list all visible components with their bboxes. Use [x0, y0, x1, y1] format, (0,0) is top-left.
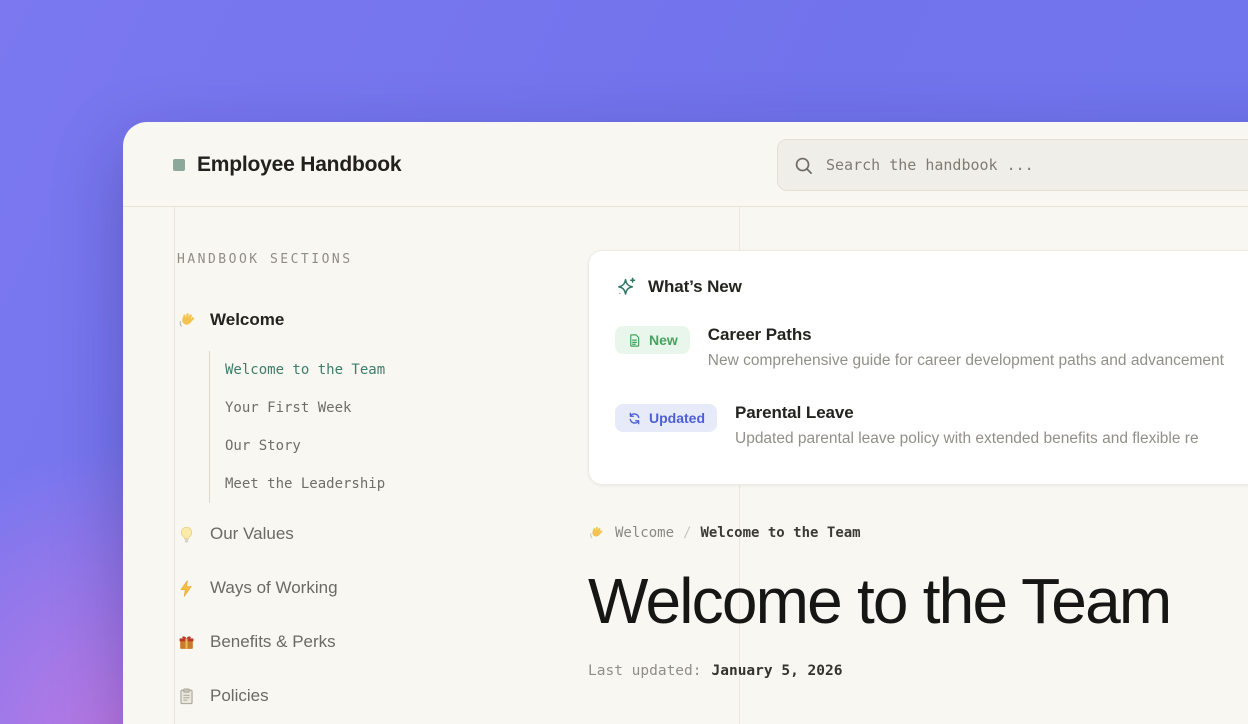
- app-title: Employee Handbook: [197, 153, 401, 177]
- whats-new-title: What’s New: [648, 277, 742, 297]
- sidebar-item-ways-of-working[interactable]: Ways of Working: [177, 578, 575, 598]
- whats-new-item-career-paths[interactable]: New Career Paths New comprehensive guide…: [615, 325, 1248, 370]
- sidebar-item-label: Benefits & Perks: [210, 632, 336, 652]
- sidebar-item-welcome[interactable]: Welcome: [177, 310, 575, 330]
- sidebar: HANDBOOK SECTIONS Welcome Welcome to the…: [175, 207, 575, 706]
- search-icon: [794, 156, 813, 175]
- search-input[interactable]: [826, 156, 1248, 174]
- page-title: Welcome to the Team: [588, 569, 1248, 634]
- whats-new-item-description: Updated parental leave policy with exten…: [735, 430, 1199, 448]
- breadcrumb-separator: /: [683, 525, 691, 541]
- brand[interactable]: Employee Handbook: [173, 122, 401, 207]
- sidebar-item-label: Policies: [210, 686, 269, 706]
- updated-badge: Updated: [615, 404, 717, 432]
- sidebar-subitem-meet-the-leadership[interactable]: Meet the Leadership: [225, 465, 575, 503]
- clipboard-icon: [177, 687, 196, 706]
- breadcrumb-section[interactable]: Welcome: [615, 525, 674, 541]
- sidebar-subitem-our-story[interactable]: Our Story: [225, 427, 575, 465]
- breadcrumb-current-page: Welcome to the Team: [700, 525, 860, 541]
- sparkles-icon: [615, 276, 637, 298]
- bulb-icon: [177, 525, 196, 544]
- wave-icon: [177, 311, 196, 330]
- sidebar-item-our-values[interactable]: Our Values: [177, 524, 575, 544]
- whats-new-card: What’s New New Career Paths New comprehe…: [588, 250, 1248, 485]
- whats-new-item-title[interactable]: Parental Leave: [735, 403, 1199, 423]
- app-header: Employee Handbook: [123, 122, 1248, 207]
- last-updated-value: January 5, 2026: [712, 663, 843, 679]
- sidebar-subitem-welcome-to-the-team[interactable]: Welcome to the Team: [225, 351, 575, 389]
- sidebar-item-label: Our Values: [210, 524, 294, 544]
- whats-new-item-parental-leave[interactable]: Updated Parental Leave Updated parental …: [615, 403, 1248, 448]
- breadcrumb: Welcome / Welcome to the Team: [588, 525, 1248, 541]
- app-window: Employee Handbook HANDBOOK SECTIONS Welc…: [123, 122, 1248, 724]
- sidebar-item-benefits-perks[interactable]: Benefits & Perks: [177, 632, 575, 652]
- whats-new-item-title[interactable]: Career Paths: [708, 325, 1224, 345]
- badge-label: Updated: [649, 410, 705, 426]
- whats-new-item-body: Career Paths New comprehensive guide for…: [708, 325, 1224, 370]
- new-badge: New: [615, 326, 690, 354]
- sidebar-section-label: HANDBOOK SECTIONS: [177, 252, 575, 267]
- whats-new-item-description: New comprehensive guide for career devel…: [708, 352, 1224, 370]
- whats-new-header: What’s New: [615, 276, 1248, 298]
- sidebar-sub-list: Welcome to the Team Your First Week Our …: [209, 351, 575, 503]
- main-content: What’s New New Career Paths New comprehe…: [588, 207, 1248, 679]
- sidebar-subitem-your-first-week[interactable]: Your First Week: [225, 389, 575, 427]
- whats-new-item-body: Parental Leave Updated parental leave po…: [735, 403, 1199, 448]
- gift-icon: [177, 633, 196, 652]
- search-box[interactable]: [777, 139, 1248, 191]
- refresh-icon: [627, 411, 642, 426]
- last-updated-label: Last updated:: [588, 663, 702, 679]
- sidebar-item-label: Ways of Working: [210, 578, 338, 598]
- wave-icon: [588, 525, 604, 541]
- logo-square-icon: [173, 159, 185, 171]
- zap-icon: [177, 579, 196, 598]
- last-updated: Last updated: January 5, 2026: [588, 663, 1248, 679]
- badge-label: New: [649, 332, 678, 348]
- sidebar-item-policies[interactable]: Policies: [177, 686, 575, 706]
- document-icon: [627, 333, 642, 348]
- sidebar-item-label: Welcome: [210, 310, 284, 330]
